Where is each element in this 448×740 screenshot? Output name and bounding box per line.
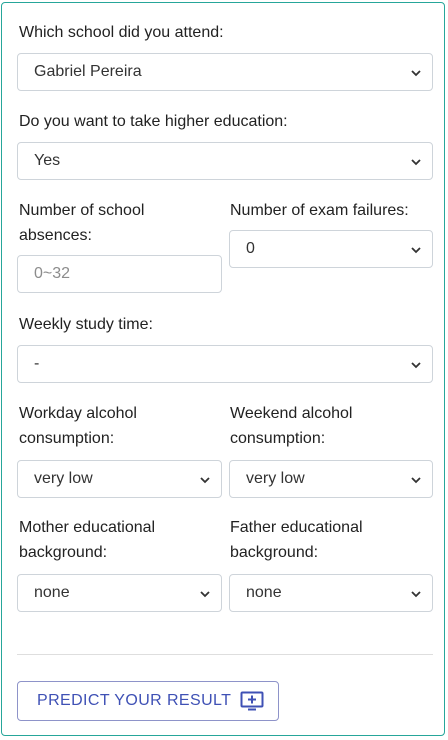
school-label: Which school did you attend:: [19, 24, 224, 41]
mother-education-label: Mother educational background:: [19, 519, 156, 561]
school-select-value: Gabriel Pereira: [34, 63, 142, 80]
weekend-alcohol-label: Weekend alcohol consumption:: [230, 405, 353, 447]
mother-education-select[interactable]: none: [17, 574, 222, 612]
predict-result-button[interactable]: PREDICT YOUR RESULT: [17, 681, 279, 721]
absences-placeholder: 0~32: [34, 265, 71, 282]
failures-label: Number of exam failures:: [230, 202, 409, 219]
chevron-down-icon: [200, 591, 210, 598]
chevron-down-icon: [411, 591, 421, 598]
form-divider: [17, 654, 433, 655]
weekend-alcohol-select-value: very low: [246, 470, 305, 487]
higher-education-select-value: Yes: [34, 152, 61, 169]
workday-alcohol-select-value: very low: [34, 470, 93, 487]
workday-alcohol-select[interactable]: very low: [17, 460, 222, 498]
higher-education-label: Do you want to take higher education:: [19, 113, 288, 130]
chevron-down-icon: [411, 477, 421, 484]
failures-select[interactable]: 0: [229, 230, 433, 268]
school-select[interactable]: Gabriel Pereira: [17, 53, 433, 91]
chevron-down-icon: [411, 159, 421, 166]
chevron-down-icon: [200, 477, 210, 484]
father-education-select-value: none: [246, 584, 282, 601]
chevron-down-icon: [411, 70, 421, 77]
higher-education-select[interactable]: Yes: [17, 142, 433, 180]
weekend-alcohol-select[interactable]: very low: [229, 460, 433, 498]
chevron-down-icon: [411, 362, 421, 369]
father-education-select[interactable]: none: [229, 574, 433, 612]
study-time-label: Weekly study time:: [19, 316, 153, 333]
mother-education-select-value: none: [34, 584, 70, 601]
failures-select-value: 0: [246, 240, 255, 257]
absences-input[interactable]: 0~32: [17, 255, 222, 293]
study-time-select[interactable]: -: [17, 345, 433, 383]
monitor-plus-icon: [240, 691, 264, 711]
absences-label: Number of school absences:: [19, 202, 145, 244]
chevron-down-icon: [411, 247, 421, 254]
father-education-label: Father educational background:: [230, 519, 363, 561]
study-time-select-value: -: [34, 355, 40, 372]
predict-result-label: PREDICT YOUR RESULT: [37, 692, 232, 709]
workday-alcohol-label: Workday alcohol consumption:: [19, 405, 137, 447]
